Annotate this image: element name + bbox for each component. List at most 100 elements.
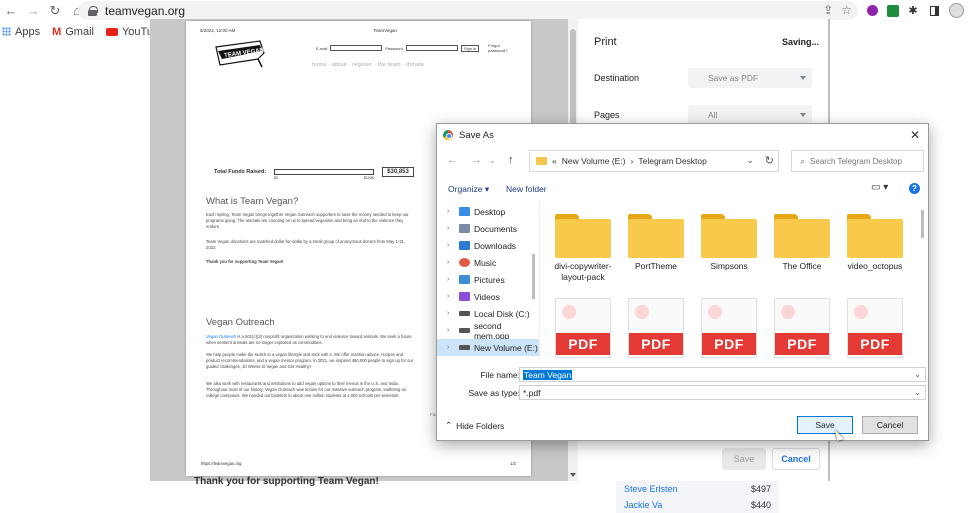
file-name-row: File name: Team Vegan ⌄ bbox=[437, 367, 928, 383]
share-icon[interactable]: ⇪ bbox=[823, 3, 833, 17]
para-what-1: Each Spring, Team Vegan brings together … bbox=[206, 212, 409, 229]
dropdown-caret-icon bbox=[800, 113, 806, 117]
list-item[interactable]: divi-copywriter-layout-pack bbox=[549, 214, 617, 283]
list-item[interactable]: PortTheme bbox=[622, 214, 690, 272]
sidebar-item-downloads[interactable]: › Downloads bbox=[437, 237, 539, 254]
files-scrollbar[interactable] bbox=[920, 204, 926, 364]
help-icon[interactable]: ? bbox=[909, 183, 920, 194]
folder-icon bbox=[628, 214, 684, 258]
cancel-button[interactable]: Cancel bbox=[862, 416, 918, 434]
music-icon bbox=[459, 258, 470, 267]
extension-profile-icon[interactable] bbox=[866, 2, 878, 19]
funds-scale: $0 $100K bbox=[274, 176, 374, 180]
sidebar-item-local-disk[interactable]: › Local Disk (C:) bbox=[437, 305, 539, 322]
print-status: Saving... bbox=[782, 37, 820, 47]
desktop-icon bbox=[459, 207, 470, 216]
forward-arrow-icon[interactable]: → bbox=[471, 154, 482, 166]
breadcrumb[interactable]: « New Volume (E:) › Telegram Desktop ⌄ ↻ bbox=[529, 150, 779, 172]
donor-list: Steve Erlsten $497 Jackie Va $440 bbox=[616, 481, 779, 513]
search-input[interactable]: ⌕ Search Telegram Desktop bbox=[791, 150, 924, 172]
forward-arrow-icon[interactable]: → bbox=[22, 0, 44, 21]
address-bar[interactable]: teamvegan.org ⇪ ☆ bbox=[78, 1, 858, 20]
funds-amount: $30,853 bbox=[382, 167, 414, 177]
chevron-down-icon[interactable]: ⌄ bbox=[746, 155, 754, 166]
team-vegan-logo: TEAM VEGAN bbox=[214, 37, 266, 71]
sidebar-item-music[interactable]: › Music bbox=[437, 254, 539, 271]
new-folder-button[interactable]: New folder bbox=[506, 184, 547, 194]
scrollbar-thumb[interactable] bbox=[532, 254, 535, 299]
downloads-icon bbox=[459, 241, 470, 250]
destination-select[interactable]: Save as PDF bbox=[688, 68, 812, 88]
folder-icon bbox=[536, 157, 547, 165]
sidebar-item-pictures[interactable]: › Pictures bbox=[437, 271, 539, 288]
list-item[interactable]: PDF bbox=[695, 298, 763, 358]
print-save-button[interactable]: Save bbox=[722, 448, 766, 470]
para-what-3: Thank you for supporting Team Vegan! bbox=[206, 259, 284, 264]
para-out-1: Vegan Outreach is a 501(c)(3) nonprofit … bbox=[206, 334, 412, 345]
hide-folders-button[interactable]: ⌃ Hide Folders bbox=[445, 420, 504, 431]
nav-scrollbar[interactable] bbox=[531, 204, 537, 364]
list-item[interactable]: Simpsons bbox=[695, 214, 763, 272]
save-button[interactable]: Save bbox=[797, 416, 853, 434]
list-item[interactable]: PDF bbox=[841, 298, 909, 358]
pages-select[interactable]: All bbox=[688, 105, 812, 125]
sidebar-item-new-volume[interactable]: › New Volume (E:) bbox=[437, 339, 539, 356]
sidebar-item-videos[interactable]: › Videos bbox=[437, 288, 539, 305]
destination-label: Destination bbox=[594, 73, 640, 83]
sidebar-item-desktop[interactable]: › Desktop bbox=[437, 203, 539, 220]
sidepanel-icon[interactable] bbox=[929, 2, 939, 19]
file-name-input[interactable]: Team Vegan ⌄ bbox=[519, 367, 926, 382]
extension-cart-icon[interactable] bbox=[886, 2, 900, 19]
email-field bbox=[330, 45, 383, 51]
back-arrow-icon[interactable]: ← bbox=[447, 154, 458, 166]
scroll-down-icon[interactable] bbox=[570, 473, 576, 477]
bookmark-star-icon[interactable]: ☆ bbox=[841, 3, 852, 17]
print-cancel-button[interactable]: Cancel bbox=[772, 448, 820, 470]
file-list: divi-copywriter-layout-pack PortTheme Si… bbox=[541, 200, 929, 360]
pdf-file-icon: PDF bbox=[628, 298, 684, 358]
signin-button: Sign in bbox=[460, 44, 480, 52]
bookmark-apps[interactable]: Apps bbox=[2, 26, 40, 38]
dialog-command-bar: Organize ▾ New folder ▭ ▾ ? bbox=[437, 179, 928, 199]
para-out-3: We also work with restaurants and instit… bbox=[206, 381, 407, 398]
url-text: teamvegan.org bbox=[105, 3, 186, 18]
close-icon[interactable]: ✕ bbox=[910, 128, 920, 142]
sidebar-item-documents[interactable]: › Documents bbox=[437, 220, 539, 237]
organize-button[interactable]: Organize ▾ bbox=[448, 184, 489, 195]
drive-icon bbox=[459, 345, 470, 350]
chevron-down-icon[interactable]: ⌄ bbox=[914, 370, 921, 379]
up-arrow-icon[interactable]: ↑ bbox=[508, 154, 514, 166]
page-thank-you: Thank you for supporting Team Vegan! bbox=[194, 476, 379, 487]
folder-icon bbox=[774, 214, 830, 258]
list-item[interactable]: The Office bbox=[768, 214, 836, 272]
apps-grid-icon bbox=[2, 27, 11, 36]
list-item[interactable]: video_octopus bbox=[841, 214, 909, 272]
youtube-icon bbox=[105, 27, 118, 36]
scrollbar-thumb[interactable] bbox=[921, 210, 924, 238]
login-form: E-mail Password Sign in Forgot password? bbox=[316, 43, 508, 53]
reload-icon[interactable]: ↻ bbox=[44, 0, 66, 21]
navigation-pane: › Desktop › Documents › Downloads › Music › P… bbox=[437, 200, 540, 360]
para-what-2: Team Vegan donations are matched dollar-… bbox=[206, 239, 406, 250]
dropdown-caret-icon bbox=[800, 76, 806, 80]
avatar[interactable] bbox=[946, 2, 966, 19]
list-item[interactable]: PDF bbox=[768, 298, 836, 358]
view-options-icon[interactable]: ▭ ▾ bbox=[871, 182, 888, 193]
save-type-select[interactable]: *.pdf ⌄ bbox=[519, 385, 926, 400]
sidebar-item-second-mem[interactable]: › second mem,opp bbox=[437, 321, 539, 341]
bookmark-gmail[interactable]: M Gmail bbox=[52, 26, 94, 38]
extensions-puzzle-icon[interactable]: ✱ bbox=[907, 2, 919, 19]
chevron-down-icon[interactable]: ⌄ bbox=[489, 156, 496, 165]
folder-icon bbox=[847, 214, 903, 258]
lock-icon bbox=[88, 5, 98, 16]
list-item: Jackie Va $440 bbox=[624, 500, 771, 510]
folder-icon bbox=[555, 214, 611, 258]
list-item[interactable]: PDF bbox=[622, 298, 690, 358]
sheet-nav: home · about · register · the team · don… bbox=[312, 62, 425, 68]
refresh-icon[interactable]: ↻ bbox=[765, 154, 774, 167]
chevron-down-icon[interactable]: ⌄ bbox=[914, 388, 921, 397]
list-item[interactable]: PDF bbox=[549, 298, 617, 358]
back-arrow-icon[interactable]: ← bbox=[0, 0, 22, 21]
folder-icon bbox=[701, 214, 757, 258]
pages-label: Pages bbox=[594, 110, 620, 120]
